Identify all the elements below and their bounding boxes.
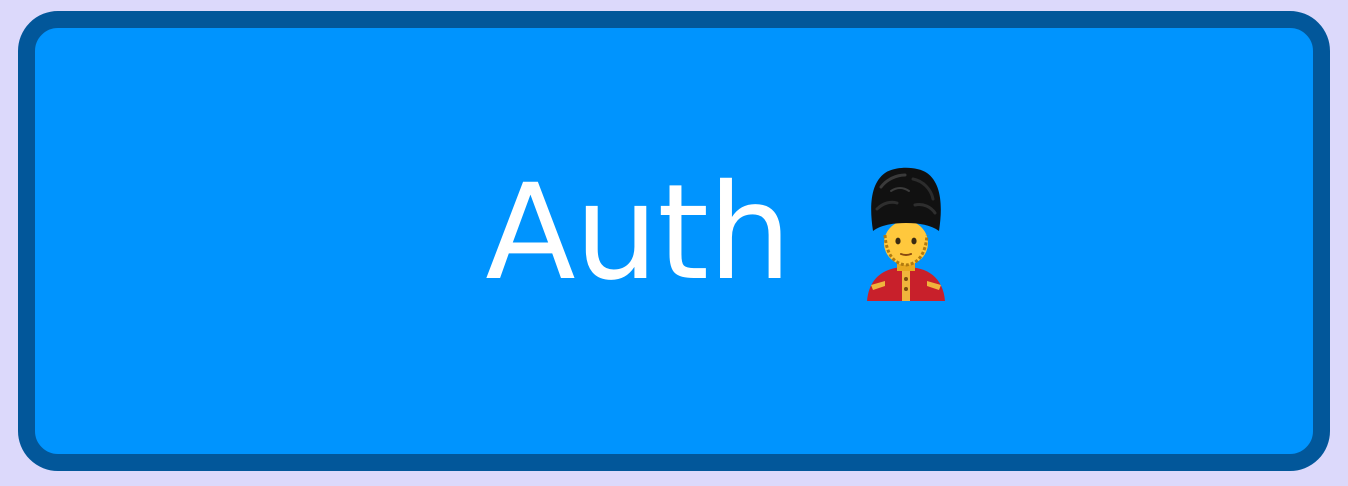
auth-button[interactable]: Auth xyxy=(18,11,1330,471)
auth-label: Auth xyxy=(485,156,791,310)
auth-title-row: Auth xyxy=(485,165,950,301)
guard-icon xyxy=(866,167,945,301)
